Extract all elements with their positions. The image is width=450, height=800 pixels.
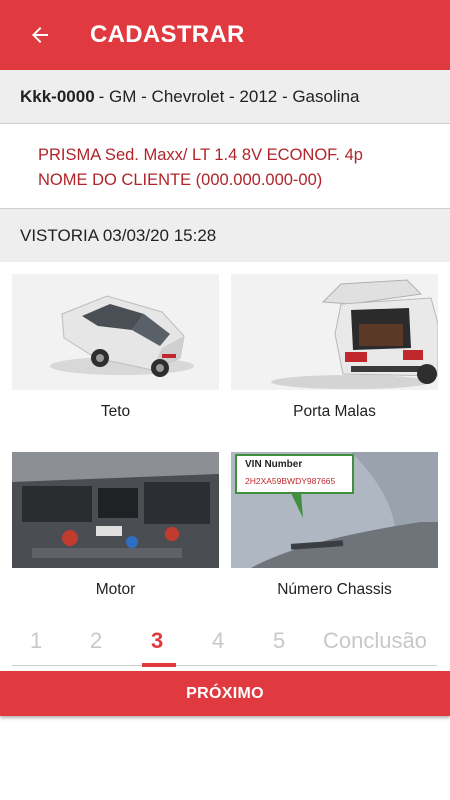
page-title: CADASTRAR — [90, 21, 245, 48]
step-2[interactable]: 2 — [90, 628, 102, 654]
trunk-photo — [231, 274, 438, 390]
vehicle-info: PRISMA Sed. Maxx/ LT 1.4 8V ECONOF. 4p N… — [0, 125, 450, 207]
step-conclusao[interactable]: Conclusão — [323, 628, 427, 654]
step-3[interactable]: 3 — [151, 628, 163, 654]
photo-card-teto[interactable]: Teto — [12, 274, 219, 434]
vehicle-summary: Kkk-0000 - GM - Chevrolet - 2012 - Gasol… — [0, 70, 450, 124]
photo-grid: Teto Porta Malas Motor VIN Number 2H2XA5… — [0, 262, 450, 618]
app-bar: CADASTRAR — [0, 0, 450, 70]
photo-card-numero-chassis[interactable]: VIN Number 2H2XA59BWDY987665 Número Chas… — [231, 452, 438, 612]
photo-caption: Motor — [95, 581, 136, 598]
next-button[interactable]: PRÓXIMO — [0, 671, 450, 716]
step-1[interactable]: 1 — [30, 628, 42, 654]
active-step-indicator — [142, 663, 176, 667]
back-button[interactable] — [20, 15, 60, 55]
step-4[interactable]: 4 — [212, 628, 224, 654]
step-5[interactable]: 5 — [273, 628, 285, 654]
vin-tag-title: VIN Number — [245, 459, 302, 470]
step-indicator: 1 2 3 4 5 Conclusão — [0, 620, 450, 668]
inspection-header: VISTORIA 03/03/20 15:28 — [0, 208, 450, 262]
roof-photo — [12, 274, 219, 390]
photo-card-motor[interactable]: Motor — [12, 452, 219, 612]
client-name: NOME DO CLIENTE (000.000.000-00) — [38, 171, 323, 189]
arrow-left-icon — [32, 27, 48, 43]
photo-caption: Número Chassis — [277, 581, 392, 598]
photo-card-porta-malas[interactable]: Porta Malas — [231, 274, 438, 434]
vin-tag-code: 2H2XA59BWDY987665 — [245, 476, 336, 486]
photo-caption: Teto — [100, 403, 131, 420]
engine-photo — [12, 452, 219, 568]
inspection-label: VISTORIA 03/03/20 15:28 — [20, 225, 217, 245]
vehicle-plate: Kkk-0000 — [20, 86, 95, 106]
vin-photo: VIN Number 2H2XA59BWDY987665 — [231, 452, 438, 568]
step-divider — [12, 665, 437, 666]
vehicle-model: PRISMA Sed. Maxx/ LT 1.4 8V ECONOF. 4p — [38, 146, 363, 164]
photo-caption: Porta Malas — [293, 403, 376, 420]
vehicle-details: - GM - Chevrolet - 2012 - Gasolina — [98, 86, 360, 106]
